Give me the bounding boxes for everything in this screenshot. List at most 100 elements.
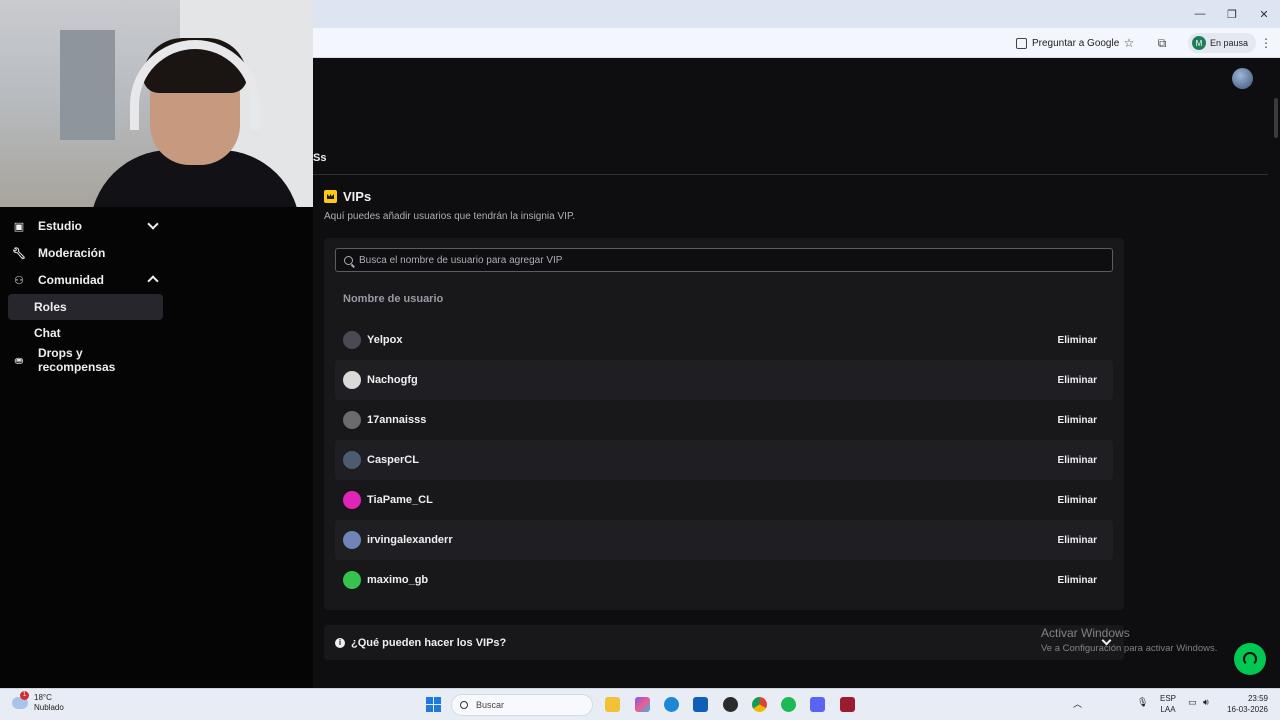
- table-row: TiaPame_CL Eliminar: [335, 480, 1113, 520]
- windows-start-icon[interactable]: [426, 697, 441, 712]
- lens-icon: [1016, 37, 1027, 49]
- vip-title: VIPs: [343, 189, 372, 204]
- search-icon: [344, 255, 353, 265]
- people-icon: ⚇: [14, 274, 24, 287]
- faq-label: ¿Qué pueden hacer los VIPs?: [351, 636, 507, 649]
- avatar: [343, 491, 361, 509]
- ask-google-label: Preguntar a Google: [1032, 37, 1120, 49]
- windows-activation-watermark: Activar Windows Ve a Configuración para …: [1041, 626, 1217, 654]
- avatar: [343, 331, 361, 349]
- sidebar-item-roles[interactable]: Roles: [8, 294, 163, 320]
- remove-vip-button[interactable]: Eliminar: [1049, 530, 1105, 550]
- table-row: Yelpox Eliminar: [335, 320, 1113, 360]
- remove-vip-button[interactable]: Eliminar: [1050, 410, 1105, 430]
- profile-avatar: M: [1192, 36, 1206, 50]
- menu-kebab-icon[interactable]: ⋮: [1257, 34, 1275, 52]
- scrollbar-thumb[interactable]: [1274, 98, 1278, 138]
- vip-search-field[interactable]: [335, 248, 1113, 272]
- video-icon: ▣: [13, 220, 25, 233]
- acrobat-icon[interactable]: [840, 697, 855, 712]
- close-icon[interactable]: ✕: [1248, 0, 1280, 28]
- sidebar-item-label: Moderación: [38, 246, 106, 260]
- copilot-icon[interactable]: [635, 697, 650, 712]
- remove-vip-button[interactable]: Eliminar: [1049, 450, 1105, 470]
- crown-icon: [324, 190, 337, 203]
- store-icon[interactable]: [693, 697, 708, 712]
- webcam-overlay: [0, 0, 313, 207]
- headset-icon: [1243, 652, 1257, 666]
- avatar: [343, 371, 361, 389]
- minimize-icon[interactable]: —: [1184, 0, 1216, 28]
- vip-list: Yelpox Eliminar Nachogfg Eliminar 17anna…: [335, 320, 1113, 600]
- microphone-icon[interactable]: 🎙︎: [1137, 697, 1148, 708]
- username[interactable]: Nachogfg: [367, 374, 418, 386]
- sidebar-item-drops[interactable]: ⛂ Drops y recompensas: [8, 346, 163, 374]
- taskbar-search-label: Buscar: [476, 700, 505, 710]
- clock-date: 16-03-2026: [1227, 705, 1268, 714]
- table-row: 17annaisss Eliminar: [335, 400, 1113, 440]
- extensions-icon[interactable]: ⧉: [1153, 34, 1171, 52]
- vip-faq-toggle[interactable]: i ¿Qué pueden hacer los VIPs?: [324, 625, 1124, 660]
- table-row: maximo_gb Eliminar: [335, 560, 1113, 600]
- weather-widget[interactable]: 18°C Nublado: [12, 691, 64, 713]
- file-explorer-icon[interactable]: [605, 697, 620, 712]
- page-scrollbar[interactable]: [1272, 58, 1280, 688]
- table-row: Nachogfg Eliminar: [335, 360, 1113, 400]
- restore-icon[interactable]: ❐: [1216, 0, 1248, 28]
- remove-vip-button[interactable]: Eliminar: [1050, 490, 1105, 510]
- gift-icon: ⛂: [14, 354, 24, 367]
- table-row: CasperCL Eliminar: [335, 440, 1113, 480]
- sidebar-item-chat[interactable]: Chat: [8, 320, 163, 346]
- remove-vip-button[interactable]: Eliminar: [1050, 570, 1105, 590]
- chevron-up-icon: [147, 275, 159, 287]
- spotify-icon[interactable]: [781, 697, 796, 712]
- lang-code: ESP: [1160, 694, 1177, 703]
- profile-button[interactable]: M En pausa: [1188, 33, 1257, 53]
- username[interactable]: 17annaisss: [367, 414, 426, 426]
- info-icon: i: [335, 637, 345, 648]
- remove-vip-button[interactable]: Eliminar: [1050, 330, 1105, 350]
- steam-icon[interactable]: [723, 697, 738, 712]
- network-icon[interactable]: ▭: [1188, 697, 1197, 708]
- username[interactable]: maximo_gb: [367, 574, 428, 586]
- vip-section-header: VIPs: [324, 189, 371, 204]
- sidebar-item-label: Drops y recompensas: [37, 346, 116, 374]
- vip-search-input[interactable]: [359, 254, 1059, 266]
- chrome-icon[interactable]: [752, 697, 767, 712]
- page-header: [313, 58, 1280, 176]
- username[interactable]: Yelpox: [367, 334, 402, 346]
- watermark-title: Activar Windows: [1041, 626, 1130, 640]
- sidebar-item-label: Comunidad: [38, 273, 104, 287]
- weather-condition: Nublado: [34, 703, 64, 712]
- system-clock[interactable]: 23:59 16-03-2026: [1227, 693, 1268, 715]
- avatar: [343, 451, 361, 469]
- remove-vip-button[interactable]: Eliminar: [1049, 370, 1105, 390]
- volume-icon[interactable]: 🔊︎: [1203, 697, 1209, 708]
- lang-layout: LAA: [1160, 705, 1176, 714]
- taskbar-search[interactable]: Buscar: [451, 694, 593, 716]
- user-avatar[interactable]: [1232, 68, 1253, 89]
- ask-google-button[interactable]: Preguntar a Google: [1012, 33, 1123, 53]
- sidebar-item-comunidad[interactable]: ⚇ Comunidad: [8, 267, 163, 293]
- sidebar-item-estudio[interactable]: ▣ Estudio: [8, 213, 163, 239]
- avatar: [343, 411, 361, 429]
- discord-icon[interactable]: [810, 697, 825, 712]
- help-button[interactable]: [1234, 643, 1266, 675]
- tray-overflow-icon[interactable]: ︿: [1073, 697, 1082, 710]
- temperature: 18°C: [34, 693, 52, 702]
- bookmark-star-icon[interactable]: ☆: [1120, 34, 1138, 52]
- language-indicator[interactable]: ESP LAA: [1160, 693, 1176, 715]
- windows-taskbar: 18°C Nublado Buscar ︿ 🎙︎ ESP LAA ▭ 🔊︎ 23…: [0, 688, 1280, 720]
- vip-description: Aquí puedes añadir usuarios que tendrán …: [324, 211, 576, 222]
- header-divider: [313, 174, 1268, 175]
- window-controls: — ❐ ✕: [1184, 0, 1280, 28]
- edge-icon[interactable]: [664, 697, 679, 712]
- header-tab-fragment: Ss: [313, 152, 327, 164]
- sidebar: ▣ Estudio 🔧︎ Moderación ⚇ Comunidad Role…: [0, 207, 313, 688]
- username[interactable]: CasperCL: [367, 454, 419, 466]
- avatar: [343, 531, 361, 549]
- search-icon: [460, 701, 468, 709]
- sidebar-item-moderacion[interactable]: 🔧︎ Moderación: [8, 240, 163, 266]
- username[interactable]: irvingalexanderr: [367, 534, 453, 546]
- username[interactable]: TiaPame_CL: [367, 494, 433, 506]
